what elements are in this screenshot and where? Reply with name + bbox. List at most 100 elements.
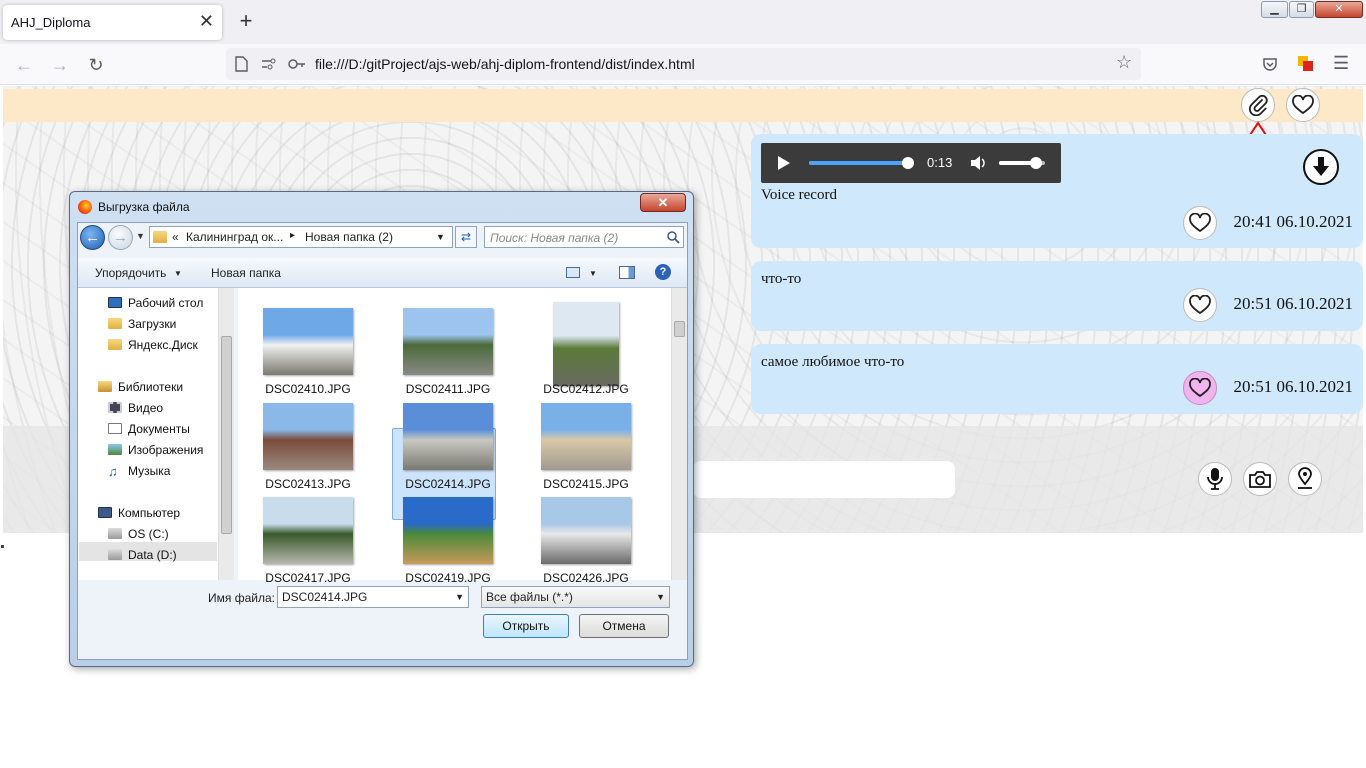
file-thumbnail[interactable] [541,403,631,470]
audio-progress-knob[interactable] [901,157,914,169]
file-thumbnail[interactable] [263,308,353,375]
page-icon [235,56,248,72]
message-input[interactable] [693,461,955,498]
volume-track[interactable] [999,157,1045,169]
location-button[interactable] [1288,462,1322,496]
search-icon[interactable] [667,231,680,244]
reload-icon[interactable]: ↻ [85,54,107,76]
preview-pane-icon[interactable] [619,266,635,279]
url-bar[interactable]: file:///D:/gitProject/ajs-web/ahj-diplom… [226,48,1141,80]
heart-icon [1189,378,1211,398]
file-name[interactable]: DSC02417.JPG [248,571,368,585]
audio-player[interactable]: 0:13 [761,143,1061,183]
paperclip-icon [1249,94,1268,116]
camera-button[interactable] [1243,462,1277,496]
back-icon[interactable]: ← [13,54,35,76]
view-dropdown-icon[interactable]: ▼ [589,269,597,278]
forward-arrow-icon[interactable]: → [108,225,133,250]
volume-icon[interactable] [969,154,987,172]
back-arrow-icon[interactable]: ← [80,225,105,250]
file-type-dropdown-icon[interactable]: ▼ [656,587,665,607]
nav-scrollbar[interactable] [218,288,234,580]
extension-icon[interactable] [1298,56,1314,72]
file-name[interactable]: DSC02413.JPG [248,477,368,491]
message-favorite-button-active[interactable] [1183,371,1217,405]
nav-item-music[interactable]: ♫ Музыка [108,464,170,478]
nav-item-drive-c[interactable]: OS (C:) [108,527,169,541]
tab-close-icon[interactable]: ✕ [199,11,214,32]
open-button[interactable]: Открыть [483,614,569,638]
organize-dropdown-icon[interactable]: ▼ [174,269,182,278]
file-name[interactable]: DSC02411.JPG [388,382,508,396]
dialog-close-button[interactable]: ✕ [640,193,686,212]
message-favorite-button[interactable] [1183,288,1217,322]
message-text: Voice record [761,187,837,203]
new-folder-button[interactable]: Новая папка [211,266,281,280]
search-box[interactable]: Поиск: Новая папка (2) [484,226,684,248]
address-bar[interactable]: « Калининград ок... ▸ Новая папка (2) ▼ [149,226,453,248]
view-mode-icon[interactable] [566,267,580,278]
nav-item-libraries[interactable]: Библиотеки [98,380,183,394]
nav-item-video[interactable]: Видео [108,401,163,415]
refresh-icon[interactable]: ⇄ [455,226,477,248]
breadcrumb-separator[interactable]: ▸ [290,230,295,241]
bookmark-star-icon[interactable]: ☆ [1116,52,1132,73]
location-pin-icon [1298,467,1312,489]
stray-dot [1,545,4,548]
file-name[interactable]: DSC02415.JPG [526,477,646,491]
file-thumbnail[interactable] [263,403,353,470]
address-dropdown-icon[interactable]: ▼ [436,232,445,242]
file-scroll-thumb[interactable] [674,321,685,337]
permissions-icon[interactable] [261,57,277,71]
breadcrumb-item[interactable]: Новая папка (2) [305,230,393,244]
help-icon[interactable]: ? [655,264,671,280]
message-favorite-button[interactable] [1183,206,1217,240]
nav-scroll-thumb[interactable] [221,336,232,534]
audio-progress-track[interactable] [809,157,914,169]
nav-item-downloads[interactable]: Загрузки [108,317,176,331]
cancel-button[interactable]: Отмена [579,614,669,638]
breadcrumb-overflow[interactable]: « [172,230,179,244]
window-close-button[interactable]: ✕ [1315,1,1363,18]
microphone-button[interactable] [1198,462,1232,496]
file-name[interactable]: DSC02426.JPG [526,571,646,585]
new-tab-button[interactable]: + [234,8,258,34]
volume-knob[interactable] [1029,157,1042,169]
file-name[interactable]: DSC02419.JPG [388,571,508,585]
organize-button[interactable]: Упорядочить [95,266,166,280]
favorites-button[interactable] [1286,88,1320,122]
filename-input[interactable]: DSC02414.JPG ▼ [277,586,469,608]
nav-item-drive-d[interactable]: Data (D:) [108,548,177,562]
file-thumbnail[interactable] [403,403,493,470]
computer-icon [98,507,112,518]
filename-dropdown-icon[interactable]: ▼ [455,587,464,607]
menu-icon[interactable]: ☰ [1333,53,1349,74]
file-scrollbar[interactable] [671,288,687,580]
file-type-select[interactable]: Все файлы (*.*) ▼ [481,586,670,608]
nav-item-yandex-disk[interactable]: Яндекс.Диск [108,338,198,352]
nav-item-images[interactable]: Изображения [108,443,203,457]
history-dropdown-icon[interactable]: ▼ [136,231,145,241]
maximize-button[interactable]: ❐ [1289,1,1314,18]
browser-tab[interactable]: AHJ_Diploma ✕ [3,5,222,40]
attach-button[interactable] [1241,88,1275,122]
file-name[interactable]: DSC02412.JPG [526,382,646,396]
nav-item-desktop[interactable]: Рабочий стол [108,296,203,310]
breadcrumb-item[interactable]: Калининград ок... [186,230,283,244]
file-thumbnail[interactable] [263,497,353,564]
pocket-icon[interactable] [1262,56,1278,72]
heart-icon [1292,95,1314,115]
key-icon[interactable] [288,58,306,70]
download-button[interactable] [1303,149,1339,185]
file-name[interactable]: DSC02410.JPG [248,382,368,396]
file-name[interactable]: DSC02414.JPG [388,477,508,491]
minimize-button[interactable]: ▁ [1261,1,1288,18]
forward-icon[interactable]: → [49,54,71,76]
play-icon[interactable] [777,155,791,171]
file-thumbnail[interactable] [403,497,493,564]
file-thumbnail[interactable] [403,308,493,375]
file-thumbnail[interactable] [553,302,619,386]
nav-item-computer[interactable]: Компьютер [98,506,180,520]
file-thumbnail[interactable] [541,497,631,564]
nav-item-documents[interactable]: Документы [108,422,190,436]
